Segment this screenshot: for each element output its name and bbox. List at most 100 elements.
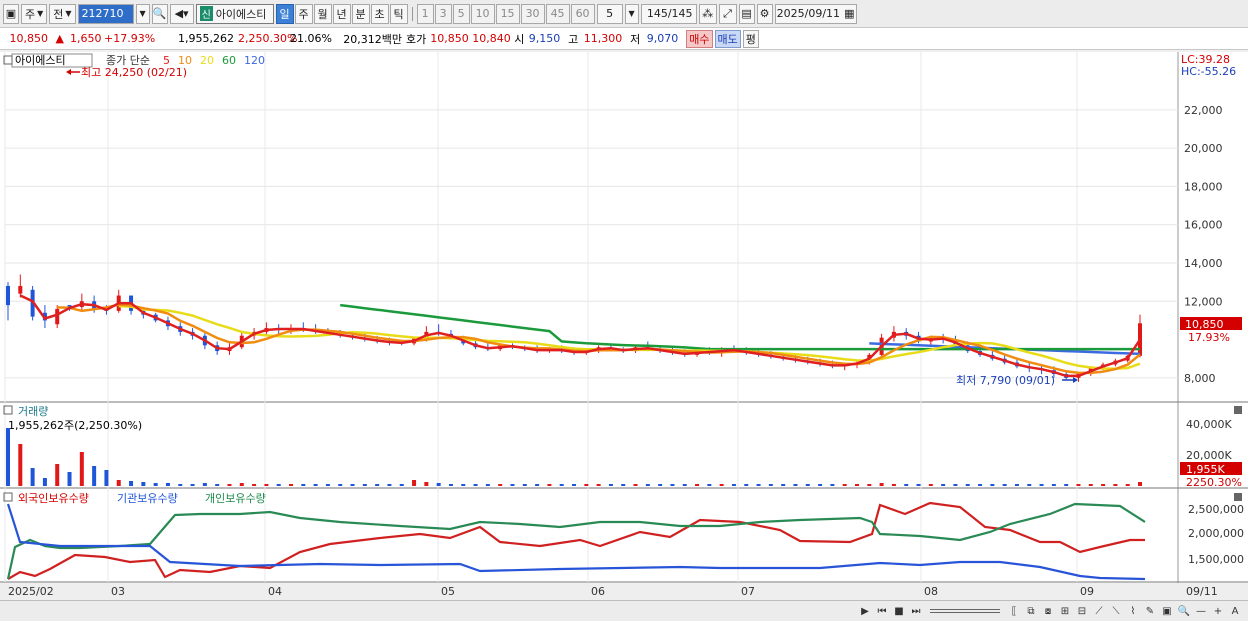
interval-tab[interactable]: 60 bbox=[570, 3, 595, 24]
high-price: 11,300 bbox=[583, 32, 623, 45]
volume-bar bbox=[879, 483, 884, 486]
y-tick-label: 8,000 bbox=[1184, 372, 1216, 385]
period-icon[interactable]: ⟦ bbox=[1007, 604, 1021, 618]
stock-code-input[interactable]: 212710 bbox=[77, 3, 134, 24]
up-arrow-icon: ▲ bbox=[55, 32, 64, 45]
tool-icon[interactable]: ⁂ bbox=[698, 3, 717, 24]
volume-bar bbox=[916, 484, 921, 486]
volume-value: 1,955,262 bbox=[178, 32, 234, 45]
eval-button[interactable]: 평 bbox=[742, 29, 759, 48]
volume-bar bbox=[572, 484, 576, 486]
period-tab[interactable]: 틱 bbox=[389, 3, 408, 24]
inst-holding-title: 기관보유수량 bbox=[117, 492, 178, 505]
chevron-down-icon: ▼ bbox=[37, 9, 44, 18]
volume-bar bbox=[781, 484, 786, 486]
overlap-icon[interactable]: ⧇ bbox=[1041, 604, 1055, 618]
volume-bar bbox=[682, 484, 687, 486]
y-tick-label: 22,000 bbox=[1184, 104, 1223, 117]
font-icon[interactable]: A bbox=[1228, 604, 1242, 618]
count-field[interactable]: 145/145 bbox=[640, 3, 697, 24]
gear-icon[interactable]: ⚙ bbox=[756, 3, 773, 24]
volume-bar bbox=[399, 484, 404, 486]
volume-bar bbox=[325, 484, 330, 486]
interval-dropdown-icon[interactable]: ▼ bbox=[624, 3, 639, 24]
split-icon[interactable]: ⊟ bbox=[1075, 604, 1089, 618]
code-dropdown-icon[interactable]: ▼ bbox=[135, 3, 150, 24]
plus-icon[interactable]: + bbox=[1211, 604, 1225, 618]
trend-icon[interactable]: ⟋ bbox=[1092, 604, 1106, 618]
copy-icon[interactable]: ⧉ bbox=[1024, 604, 1038, 618]
calendar-icon: ▦ bbox=[844, 7, 855, 20]
volume-bar bbox=[645, 484, 650, 486]
x-tick-label: 03 bbox=[111, 585, 125, 598]
divider bbox=[411, 6, 413, 21]
period-tab[interactable]: 일 bbox=[275, 3, 294, 24]
interval-tab[interactable]: 30 bbox=[520, 3, 545, 24]
crosshair-icon[interactable]: ⤢ bbox=[718, 3, 737, 24]
legend-ma-60: 60 bbox=[222, 54, 236, 67]
photo-icon[interactable]: ▣ bbox=[1160, 604, 1174, 618]
period-tab[interactable]: 주 bbox=[294, 3, 313, 24]
volume-bar bbox=[633, 484, 638, 486]
layout-icon[interactable]: ▣ bbox=[3, 3, 19, 24]
volume-bar bbox=[30, 468, 35, 486]
interval-tab[interactable]: 10 bbox=[470, 3, 495, 24]
zoom-icon[interactable]: 🔍 bbox=[1177, 604, 1191, 618]
volume-bar bbox=[1125, 484, 1130, 486]
volume-bar bbox=[448, 484, 453, 486]
volume-bar bbox=[202, 483, 207, 486]
scroll-end-icon[interactable]: ⏭ bbox=[909, 604, 923, 618]
period-tab[interactable]: 월 bbox=[313, 3, 332, 24]
interval-tab[interactable]: 1 bbox=[416, 3, 434, 24]
minus-icon[interactable]: — bbox=[1194, 604, 1208, 618]
volume-bar bbox=[387, 484, 392, 486]
period-tab[interactable]: 년 bbox=[332, 3, 351, 24]
date-field[interactable]: 2025/09/11 ▦ bbox=[774, 3, 857, 24]
volume-bar bbox=[116, 480, 121, 486]
stock-name-field[interactable]: 신 아이에스티 bbox=[195, 3, 274, 24]
period-prev-select[interactable]: 전 ▼ bbox=[49, 3, 76, 24]
interval-tab[interactable]: 5 bbox=[452, 3, 470, 24]
draw-icon[interactable]: ✎ bbox=[1143, 604, 1157, 618]
buy-button[interactable]: 매수 bbox=[686, 29, 713, 48]
trade-amount: 20,312백만 bbox=[343, 32, 402, 46]
volume-bar bbox=[412, 480, 417, 486]
save-icon[interactable]: ▤ bbox=[738, 3, 755, 24]
volume-bar bbox=[768, 484, 773, 486]
scroll-right-icon[interactable]: ▶ bbox=[858, 604, 872, 618]
volume-bar bbox=[104, 470, 109, 486]
volume-bar bbox=[793, 484, 798, 486]
period-tab[interactable]: 초 bbox=[370, 3, 389, 24]
y-tick-label: 14,000 bbox=[1184, 257, 1223, 270]
stop-icon[interactable]: ■ bbox=[892, 604, 906, 618]
volume-bar bbox=[842, 484, 847, 486]
sell-button[interactable]: 매도 bbox=[714, 29, 741, 48]
volume-title: 거래량 bbox=[18, 405, 48, 418]
volume-pct-tag: 2250.30% bbox=[1186, 476, 1242, 489]
scroll-start-icon[interactable]: ⏮ bbox=[875, 604, 889, 618]
grid-icon[interactable]: ⊞ bbox=[1058, 604, 1072, 618]
price-tag: 10,850 bbox=[1185, 318, 1224, 331]
volume-close-icon bbox=[1234, 406, 1242, 414]
volume-bar bbox=[485, 484, 490, 486]
volume-bar bbox=[424, 482, 429, 486]
volume-bar bbox=[559, 484, 564, 486]
zigzag-icon[interactable]: ⌇ bbox=[1126, 604, 1140, 618]
volume-bar bbox=[141, 482, 146, 486]
indiv-holding-title: 개인보유수량 bbox=[205, 492, 266, 505]
pct-tag: 17.93% bbox=[1188, 331, 1230, 344]
period-week-select[interactable]: 주 ▼ bbox=[21, 3, 48, 24]
volume-bar bbox=[965, 484, 970, 486]
interval-tab[interactable]: 15 bbox=[495, 3, 520, 24]
stock-chart[interactable]: 22,000 20,000 18,000 16,000 14,000 12,000 8,00… bbox=[0, 52, 1248, 602]
speaker-icon[interactable]: ◀▾ bbox=[169, 3, 194, 24]
y-tick-label: 18,000 bbox=[1184, 180, 1223, 193]
zoom-slider[interactable] bbox=[930, 609, 1000, 613]
period-tab[interactable]: 분 bbox=[351, 3, 370, 24]
volume-bar bbox=[79, 452, 84, 486]
search-icon[interactable]: 🔍 bbox=[151, 3, 168, 24]
interval-tab[interactable]: 3 bbox=[434, 3, 452, 24]
interval-tab[interactable]: 45 bbox=[545, 3, 570, 24]
line-icon[interactable]: ⟍ bbox=[1109, 604, 1123, 618]
interval-input[interactable]: 5 bbox=[596, 3, 623, 24]
